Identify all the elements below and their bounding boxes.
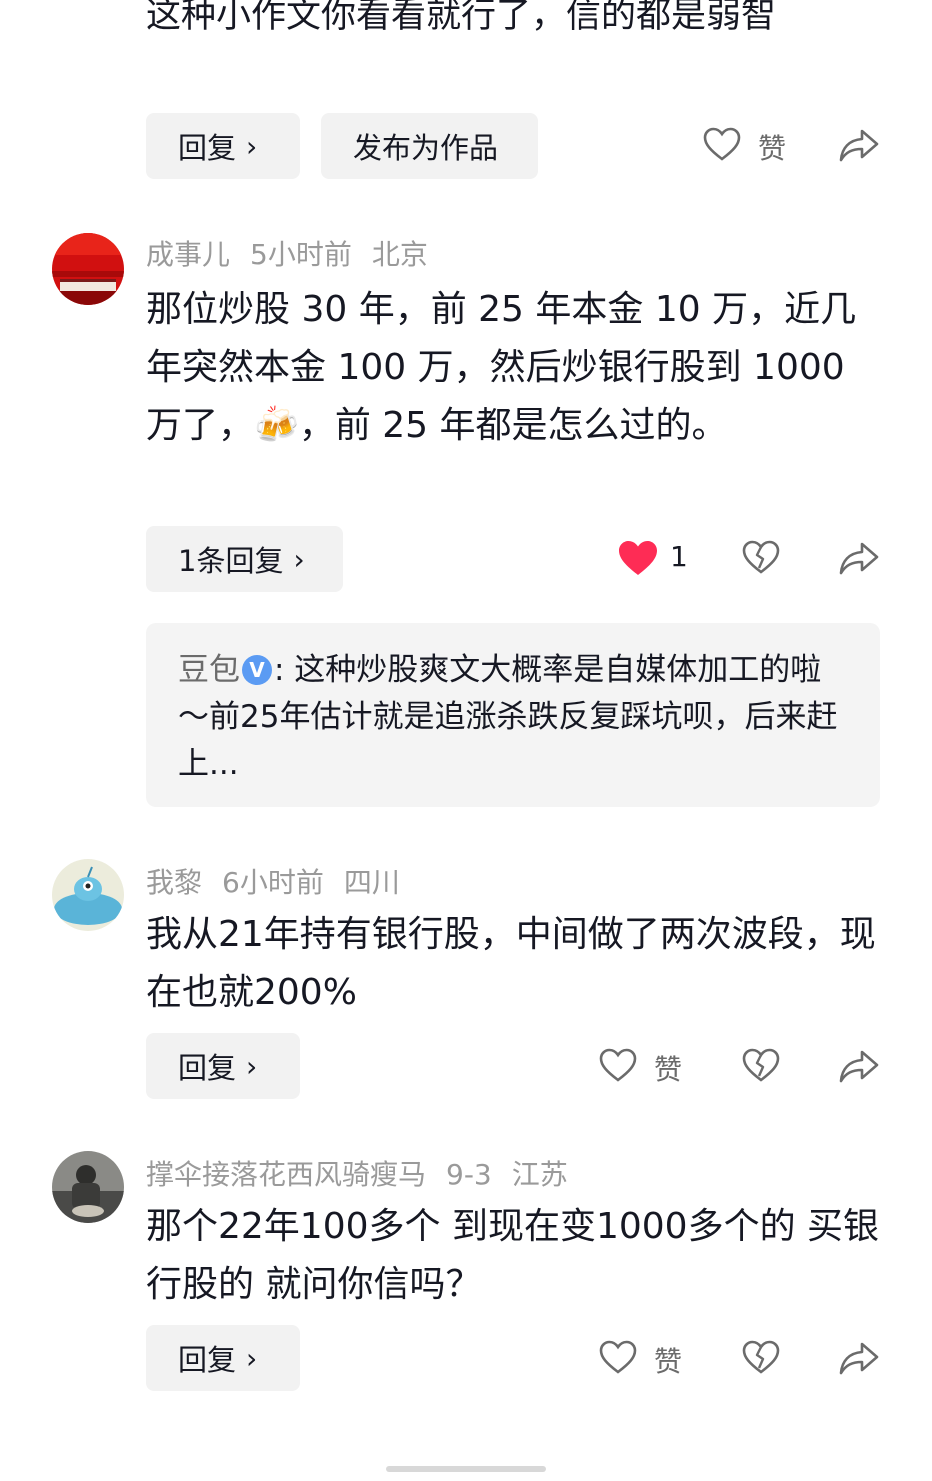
location: 江苏 [511,1158,568,1191]
heart-filled-icon[interactable] [616,537,660,579]
comment-text: 那个22年100多个 到现在变1000多个的 买银行股的 就问你信吗？ [146,1206,880,1305]
reply-button[interactable]: 回复 › [146,1325,300,1391]
share-icon[interactable] [838,538,880,578]
chevron-right-icon: › [293,542,305,576]
reply-label: 回复 [178,131,237,165]
reply-text: : 这种炒股爽文大概率是自媒体加工的啦～前25年估计就是追涨杀跌反复踩坑呗，后来… [178,652,838,782]
timestamp: 5小时前 [250,238,352,271]
username[interactable]: 成事儿 [146,238,230,271]
username[interactable]: 撑伞接落花西风骑瘦马 [146,1158,426,1191]
nested-reply-preview[interactable]: 豆包 V: 这种炒股爽文大概率是自媒体加工的啦～前25年估计就是追涨杀跌反复踩坑呗… [146,623,880,807]
publish-as-work-button[interactable]: 发布为作品 [321,113,538,179]
location: 四川 [343,866,400,899]
like-label[interactable]: 赞 [654,1340,682,1380]
heart-outline-icon[interactable] [598,1338,638,1378]
like-label[interactable]: 赞 [654,1048,682,1088]
home-indicator [386,1466,546,1472]
share-icon[interactable] [838,1338,880,1378]
like-label[interactable]: 赞 [758,127,786,167]
reply-button[interactable]: 回复 › [146,1033,300,1099]
timestamp: 9-3 [446,1158,492,1191]
reply-label: 回复 [178,1051,237,1085]
reply-author[interactable]: 豆包 [178,652,240,688]
top-comment-text: 这种小作文你看看就行了，信的都是弱智 [146,0,777,36]
chevron-right-icon: › [246,129,258,163]
broken-heart-icon[interactable] [741,538,781,578]
like-count: 1 [670,540,688,573]
heart-outline-icon[interactable] [702,125,742,165]
chevron-right-icon: › [246,1049,258,1083]
heart-outline-icon[interactable] [598,1046,638,1086]
share-icon[interactable] [838,125,880,165]
timestamp: 6小时前 [222,866,324,899]
username[interactable]: 我黎 [146,866,202,899]
avatar[interactable] [52,1151,124,1223]
reply-label: 回复 [178,1343,237,1377]
reply-button[interactable]: 回复 › [146,113,300,179]
broken-heart-icon[interactable] [741,1338,781,1378]
avatar[interactable] [52,233,124,305]
location: 北京 [371,238,428,271]
comment-text: 那位炒股 30 年，前 25 年本金 10 万，近几年突然本金 100 万，然后… [146,289,857,446]
chevron-right-icon: › [246,1341,258,1375]
replies-label: 1条回复 [178,544,284,578]
comment-text: 我从21年持有银行股，中间做了两次波段，现在也就200% [146,914,876,1013]
avatar[interactable] [52,859,124,931]
share-icon[interactable] [838,1046,880,1086]
comment-meta: 我黎 6小时前 四川 [146,861,420,901]
comment-meta: 撑伞接落花西风骑瘦马 9-3 江苏 [146,1153,588,1193]
verified-badge-icon: V [242,655,272,685]
publish-label: 发布为作品 [353,131,499,165]
broken-heart-icon[interactable] [741,1046,781,1086]
comment-meta: 成事儿 5小时前 北京 [146,233,448,273]
view-replies-button[interactable]: 1条回复 › [146,526,343,592]
